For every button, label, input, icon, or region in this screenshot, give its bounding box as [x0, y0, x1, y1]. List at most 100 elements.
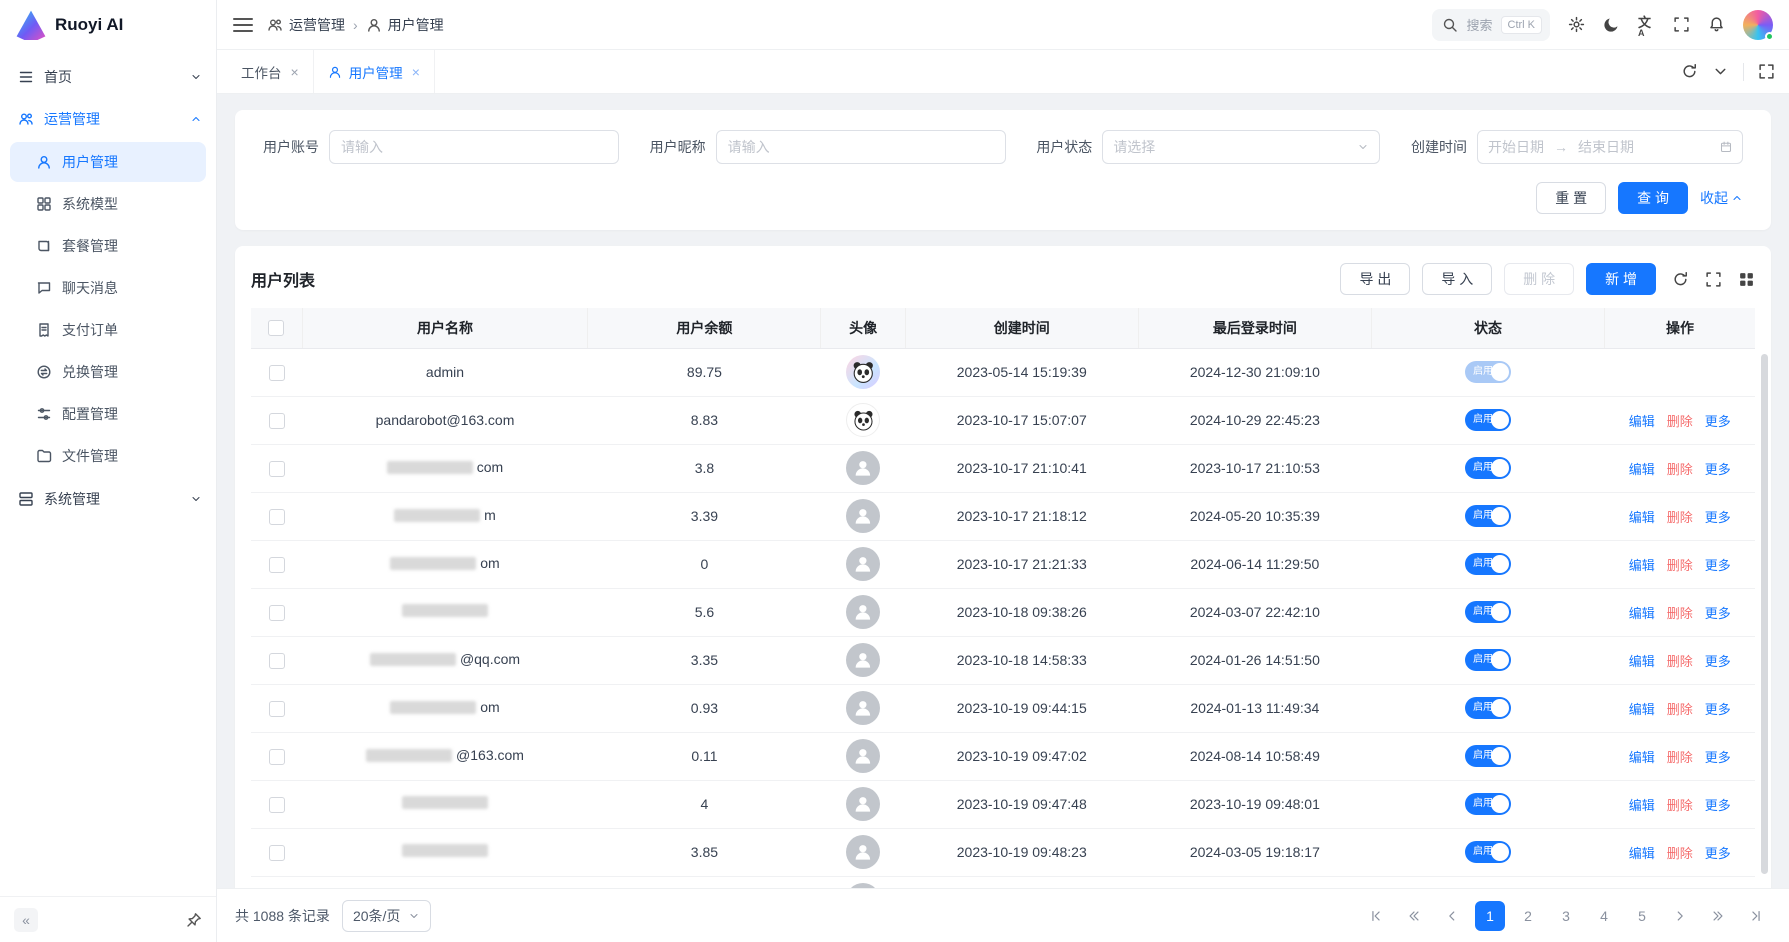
brand-logo[interactable]: Ruoyi AI: [0, 0, 216, 50]
row-checkbox[interactable]: [269, 797, 285, 813]
reset-button[interactable]: 重 置: [1536, 182, 1606, 214]
sidebar-item[interactable]: 兑换管理: [10, 352, 206, 392]
tab-close-icon[interactable]: ×: [291, 64, 299, 80]
prev-page-button[interactable]: [1437, 901, 1467, 931]
edit-link[interactable]: 编辑: [1629, 651, 1655, 670]
sidebar-collapse-button[interactable]: «: [14, 908, 38, 932]
next-page-button[interactable]: [1665, 901, 1695, 931]
more-link[interactable]: 更多: [1705, 411, 1731, 430]
delete-button[interactable]: 删 除: [1504, 263, 1574, 295]
last-page-button[interactable]: [1741, 901, 1771, 931]
sidebar-item[interactable]: 配置管理: [10, 394, 206, 434]
column-settings-icon[interactable]: [1738, 271, 1755, 288]
profile-avatar[interactable]: [1743, 10, 1773, 40]
select-all-checkbox[interactable]: [268, 320, 284, 336]
page-button[interactable]: 3: [1551, 901, 1581, 931]
more-link[interactable]: 更多: [1705, 795, 1731, 814]
row-checkbox[interactable]: [269, 461, 285, 477]
status-toggle[interactable]: 启用: [1465, 505, 1511, 527]
edit-link[interactable]: 编辑: [1629, 507, 1655, 526]
fullscreen-icon[interactable]: [1673, 16, 1690, 33]
status-toggle[interactable]: 启用: [1465, 649, 1511, 671]
first-page-button[interactable]: [1361, 901, 1391, 931]
status-toggle[interactable]: 启用: [1465, 793, 1511, 815]
edit-link[interactable]: 编辑: [1629, 747, 1655, 766]
table-scrollbar[interactable]: [1761, 354, 1768, 874]
settings-icon[interactable]: [1568, 16, 1585, 33]
status-toggle[interactable]: 启用: [1465, 409, 1511, 431]
search-button[interactable]: 查 询: [1618, 182, 1688, 214]
next-group-button[interactable]: [1703, 901, 1733, 931]
language-icon[interactable]: 文A: [1638, 16, 1655, 33]
table-fullscreen-icon[interactable]: [1705, 271, 1722, 288]
sidebar-item[interactable]: 文件管理: [10, 436, 206, 476]
edit-link[interactable]: 编辑: [1629, 603, 1655, 622]
page-button[interactable]: 2: [1513, 901, 1543, 931]
edit-link[interactable]: 编辑: [1629, 411, 1655, 430]
date-range-picker[interactable]: 开始日期 → 结束日期: [1477, 130, 1743, 164]
export-button[interactable]: 导 出: [1340, 263, 1410, 295]
row-checkbox[interactable]: [269, 365, 285, 381]
row-checkbox[interactable]: [269, 749, 285, 765]
row-checkbox[interactable]: [269, 701, 285, 717]
tab-options-icon[interactable]: [1712, 63, 1729, 80]
status-toggle[interactable]: 启用: [1465, 601, 1511, 623]
status-toggle[interactable]: 启用: [1465, 361, 1511, 383]
import-button[interactable]: 导 入: [1422, 263, 1492, 295]
status-toggle[interactable]: 启用: [1465, 553, 1511, 575]
row-checkbox[interactable]: [269, 509, 285, 525]
status-toggle[interactable]: 启用: [1465, 457, 1511, 479]
more-link[interactable]: 更多: [1705, 651, 1731, 670]
edit-link[interactable]: 编辑: [1629, 459, 1655, 478]
edit-link[interactable]: 编辑: [1629, 699, 1655, 718]
tab-item[interactable]: 工作台×: [227, 50, 314, 93]
sidebar-item[interactable]: 支付订单: [10, 310, 206, 350]
more-link[interactable]: 更多: [1705, 843, 1731, 862]
breadcrumb-item-operations[interactable]: 运营管理: [267, 15, 345, 35]
delete-link[interactable]: 删除: [1667, 699, 1693, 718]
delete-link[interactable]: 删除: [1667, 603, 1693, 622]
delete-link[interactable]: 删除: [1667, 507, 1693, 526]
nickname-input[interactable]: [716, 130, 1006, 164]
edit-link[interactable]: 编辑: [1629, 555, 1655, 574]
more-link[interactable]: 更多: [1705, 507, 1731, 526]
add-button[interactable]: 新 增: [1586, 263, 1656, 295]
hamburger-menu-icon[interactable]: [233, 18, 253, 32]
sidebar-item[interactable]: 用户管理: [10, 142, 206, 182]
pin-icon[interactable]: [186, 912, 202, 928]
page-size-select[interactable]: 20条/页: [342, 900, 431, 932]
refresh-table-icon[interactable]: [1672, 271, 1689, 288]
row-checkbox[interactable]: [269, 557, 285, 573]
collapse-filters-link[interactable]: 收起: [1700, 188, 1743, 208]
global-search[interactable]: 搜索 Ctrl K: [1432, 9, 1550, 41]
row-checkbox[interactable]: [269, 413, 285, 429]
delete-link[interactable]: 删除: [1667, 555, 1693, 574]
more-link[interactable]: 更多: [1705, 699, 1731, 718]
edit-link[interactable]: 编辑: [1629, 795, 1655, 814]
tab-close-icon[interactable]: ×: [412, 64, 420, 80]
breadcrumb-item-users[interactable]: 用户管理: [366, 15, 444, 35]
row-checkbox[interactable]: [269, 845, 285, 861]
delete-link[interactable]: 删除: [1667, 795, 1693, 814]
notifications-icon[interactable]: [1708, 16, 1725, 33]
delete-link[interactable]: 删除: [1667, 459, 1693, 478]
status-toggle[interactable]: 启用: [1465, 841, 1511, 863]
more-link[interactable]: 更多: [1705, 459, 1731, 478]
status-toggle[interactable]: 启用: [1465, 745, 1511, 767]
prev-group-button[interactable]: [1399, 901, 1429, 931]
dark-mode-icon[interactable]: [1603, 16, 1620, 33]
tab-item[interactable]: 用户管理×: [314, 50, 435, 93]
maximize-content-icon[interactable]: [1758, 63, 1775, 80]
sidebar-group[interactable]: 首页: [0, 56, 216, 98]
page-button[interactable]: 5: [1627, 901, 1657, 931]
sidebar-item[interactable]: 套餐管理: [10, 226, 206, 266]
sidebar-group[interactable]: 系统管理: [0, 478, 216, 520]
delete-link[interactable]: 删除: [1667, 747, 1693, 766]
account-input[interactable]: [329, 130, 619, 164]
delete-link[interactable]: 删除: [1667, 651, 1693, 670]
edit-link[interactable]: 编辑: [1629, 843, 1655, 862]
status-toggle[interactable]: 启用: [1465, 697, 1511, 719]
page-button[interactable]: 1: [1475, 901, 1505, 931]
sidebar-item[interactable]: 聊天消息: [10, 268, 206, 308]
delete-link[interactable]: 删除: [1667, 411, 1693, 430]
